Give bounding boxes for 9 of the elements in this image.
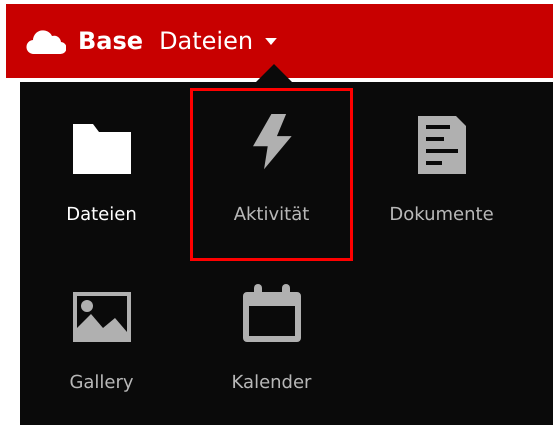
document-icon [418,116,466,174]
app-item[interactable]: Aktivität [190,88,353,261]
app-item[interactable]: Dokumente [360,88,523,261]
picture-icon [72,292,130,342]
caret-icon [265,38,278,44]
calendar-icon [242,284,300,342]
folder-icon [72,124,130,174]
app-menu-button[interactable]: Dateien [159,27,278,55]
brand-name: Base [78,27,144,55]
